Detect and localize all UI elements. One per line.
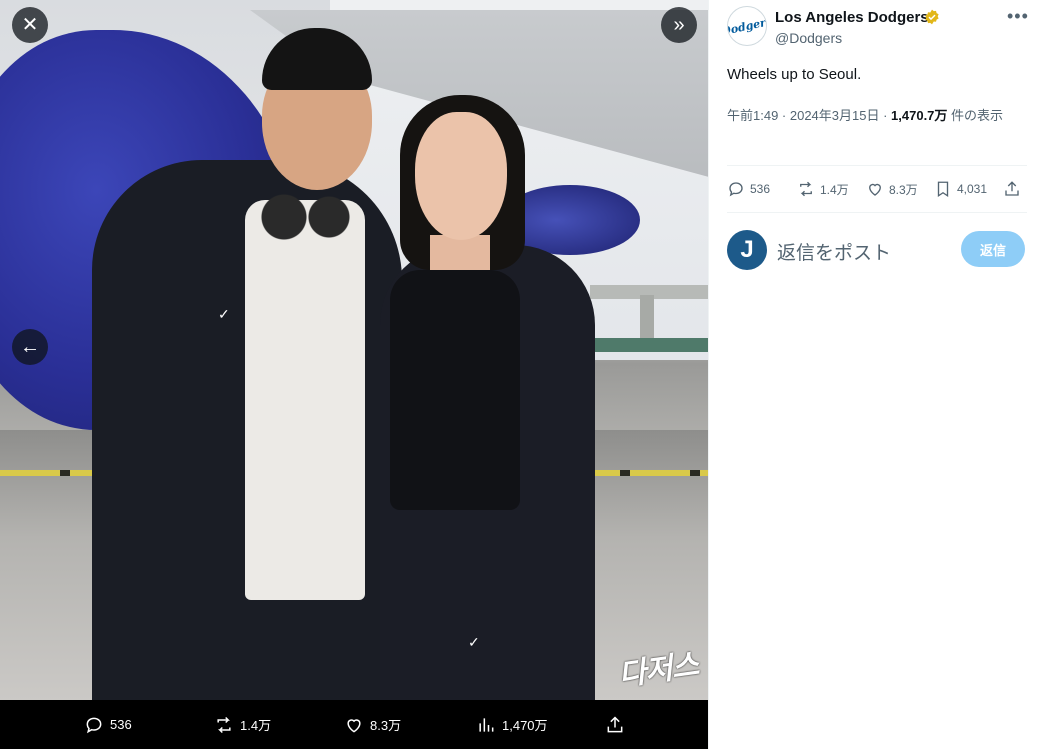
tweet-meta: 午前1:49 · 2024年3月15日 · 1,470.7万 件の表示: [727, 105, 1027, 127]
reply-action[interactable]: 536: [84, 700, 132, 749]
repost-action[interactable]: 1.4万: [214, 700, 271, 749]
tweet-photo[interactable]: ✓ ✓ 다저스: [0, 0, 708, 700]
divider: [727, 165, 1027, 166]
media-action-bar: 536 1.4万 8.3万 1,470万: [0, 700, 708, 749]
previous-button[interactable]: ←: [12, 329, 48, 365]
avatar[interactable]: Dodgers: [727, 6, 767, 46]
reply-icon: [86, 717, 102, 733]
more-options-button[interactable]: •••: [1007, 6, 1029, 27]
close-button[interactable]: ✕: [12, 7, 48, 43]
arrow-left-icon: ←: [20, 336, 40, 358]
headphones: [254, 190, 354, 244]
like-stat[interactable]: 8.3万: [866, 176, 918, 202]
handle[interactable]: @Dodgers: [775, 30, 842, 46]
share-button[interactable]: [1003, 176, 1021, 202]
bar-chart-icon: [479, 717, 494, 732]
heart-icon: [869, 183, 881, 196]
tweet-stats-bar: 536 1.4万 8.3万 4,031: [727, 176, 1027, 202]
like-action[interactable]: 8.3万: [344, 700, 401, 749]
close-icon: ✕: [21, 14, 39, 36]
toggle-panel-button[interactable]: »: [661, 7, 697, 43]
nike-logo-icon: ✓: [468, 634, 480, 650]
timestamp[interactable]: 午前1:49 · 2024年3月15日 ·: [727, 108, 891, 123]
repost-stat[interactable]: 1.4万: [797, 176, 849, 202]
tweet-detail-panel: Dodgers Los Angeles Dodgers @Dodgers •••…: [708, 0, 1044, 749]
view-count: 1,470.7万: [891, 108, 948, 123]
repost-icon: [800, 181, 812, 197]
share-icon: [607, 715, 623, 732]
share-action[interactable]: [605, 700, 625, 749]
reply-input[interactable]: 返信をポスト: [777, 238, 891, 265]
reply-button[interactable]: 返信: [961, 231, 1025, 267]
double-chevron-right-icon: »: [673, 14, 685, 36]
views-action[interactable]: 1,470万: [476, 700, 548, 749]
user-avatar[interactable]: J: [727, 230, 767, 270]
reply-stat[interactable]: 536: [727, 176, 770, 202]
tweet-text: Wheels up to Seoul.: [727, 66, 862, 83]
bookmark-icon: [937, 181, 949, 198]
bookmark-stat[interactable]: 4,031: [934, 176, 987, 202]
heart-icon: [347, 718, 361, 733]
display-name[interactable]: Los Angeles Dodgers: [775, 9, 929, 26]
more-dots-icon: •••: [1007, 6, 1029, 26]
verified-badge-icon: [925, 9, 939, 25]
nike-logo-icon: ✓: [218, 306, 230, 322]
reply-icon: [729, 182, 743, 197]
repost-icon: [217, 716, 231, 733]
media-viewer: ✓ ✓ 다저스 ✕ » ← 536 1.4万 8.3万 1,470万: [0, 0, 708, 749]
views-label: 件の表示: [947, 108, 1004, 123]
share-icon: [1005, 181, 1019, 196]
divider: [727, 212, 1027, 213]
